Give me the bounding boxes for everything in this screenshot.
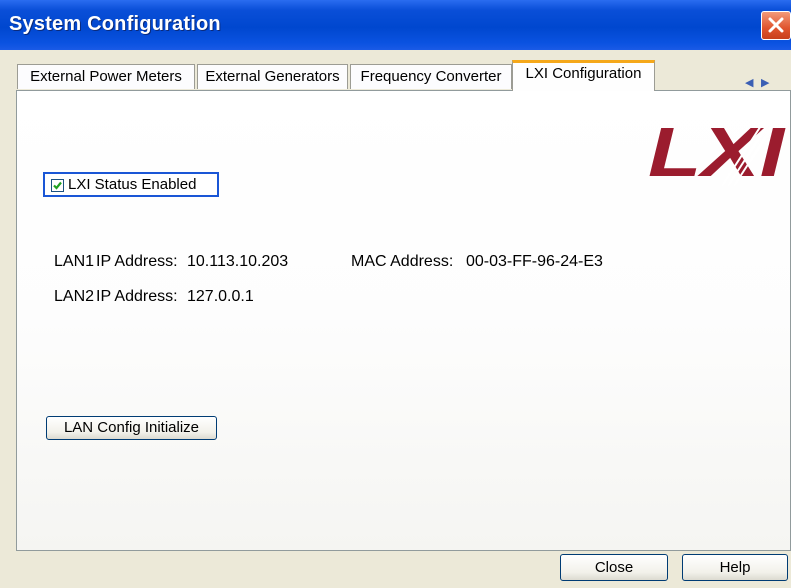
lxi-status-enabled-label: LXI Status Enabled xyxy=(68,176,197,193)
dialog-client-area: External Power Meters External Generator… xyxy=(0,50,791,588)
help-button[interactable]: Help xyxy=(682,554,788,581)
svg-text:LXI: LXI xyxy=(648,113,786,187)
lan1-label: LAN1 xyxy=(54,253,95,270)
window-title: System Configuration xyxy=(9,13,221,35)
lan1-ip-value: 10.113.10.203 xyxy=(187,253,289,270)
close-icon xyxy=(768,17,784,33)
lan2-label: LAN2 xyxy=(54,288,95,305)
checkmark-icon xyxy=(53,181,62,190)
mac-address-value: 00-03-FF-96-24-E3 xyxy=(466,253,603,270)
system-configuration-window: System Configuration External Power Mete… xyxy=(0,0,791,588)
mac-address-label: MAC Address: xyxy=(351,253,454,270)
close-button[interactable]: Close xyxy=(560,554,668,581)
lan2-ip-label: IP Address: xyxy=(96,288,178,305)
lxi-logo: LXI xyxy=(648,113,786,187)
lan-config-initialize-button[interactable]: LAN Config Initialize xyxy=(46,416,217,440)
checkbox-box[interactable] xyxy=(51,179,64,192)
lxi-status-enabled-checkbox[interactable]: LXI Status Enabled xyxy=(43,172,219,197)
title-bar[interactable]: System Configuration xyxy=(0,0,791,50)
close-window-button[interactable] xyxy=(761,11,791,40)
lan2-ip-value: 127.0.0.1 xyxy=(187,288,254,305)
lan1-ip-label: IP Address: xyxy=(96,253,178,270)
